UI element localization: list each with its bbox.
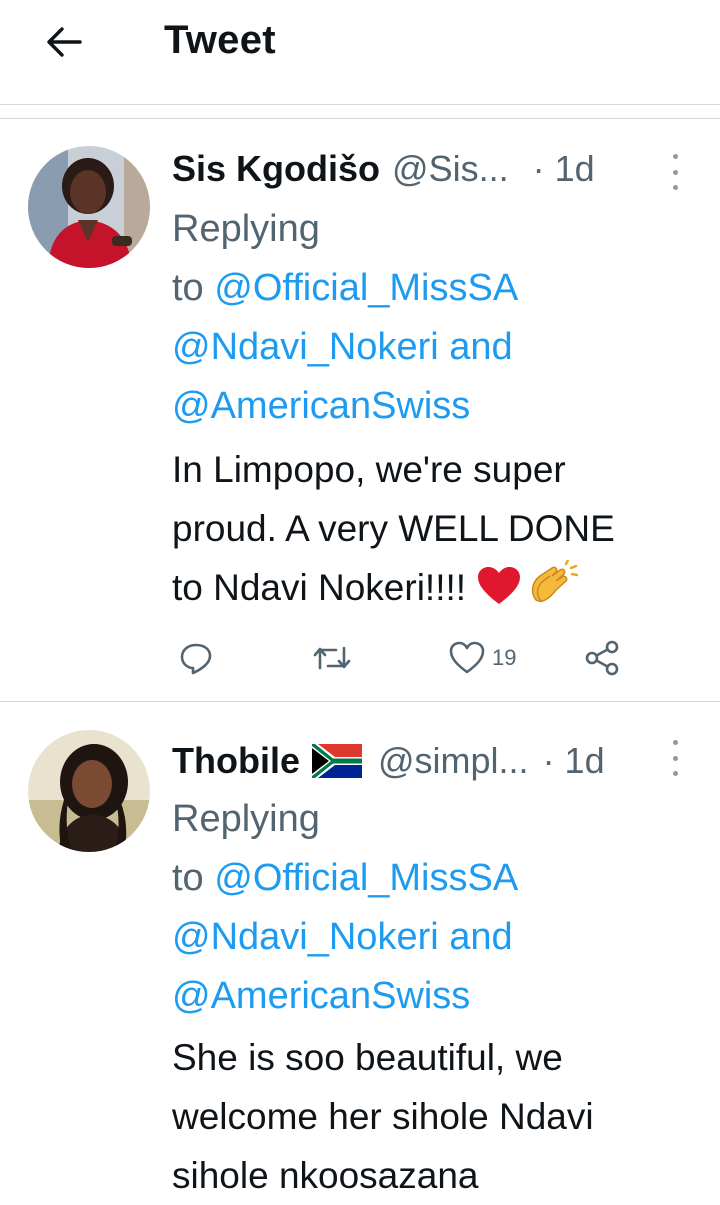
- reply-button[interactable]: [178, 636, 214, 680]
- and-label: and: [438, 326, 513, 368]
- replying-label: Replying: [172, 208, 320, 250]
- timestamp[interactable]: · 1d: [533, 148, 595, 190]
- tweet-header: Thobile @simpl... · 1d: [172, 736, 605, 786]
- tweet[interactable]: Thobile @simpl... · 1d Replying to @Offi…: [0, 702, 720, 1196]
- user-handle[interactable]: @simpl...: [378, 740, 529, 782]
- reply-icon: [180, 643, 212, 675]
- back-button[interactable]: [36, 20, 92, 64]
- tweet-header: Sis Kgodišo @Sis... · 1d: [172, 144, 595, 194]
- mention-link[interactable]: @Official_MissSA: [214, 857, 518, 899]
- tweet-text-line: sihole nkoosazana: [172, 1155, 479, 1196]
- tweet-text-line: proud. A very WELL DONE: [172, 508, 615, 549]
- replying-to-label: to: [172, 857, 215, 899]
- avatar[interactable]: [28, 146, 150, 268]
- and-label: and: [438, 916, 513, 958]
- arrow-left-icon: [47, 27, 82, 57]
- replying-label: Replying: [172, 798, 320, 840]
- red-heart-icon: [478, 567, 521, 604]
- more-options-icon[interactable]: [668, 154, 682, 190]
- tweet-text: In Limpopo, we're super proud. A very WE…: [172, 440, 702, 617]
- south-africa-flag-icon: [312, 744, 362, 778]
- avatar-image: [28, 730, 150, 852]
- clapping-hands-icon: [532, 558, 579, 603]
- timestamp[interactable]: · 1d: [543, 740, 605, 782]
- share-button[interactable]: [584, 636, 622, 680]
- tweet-text-fragment: to Ndavi Nokeri!!!!: [172, 567, 477, 608]
- replying-to: Replying to @Official_MissSA @Ndavi_Noke…: [172, 200, 692, 436]
- avatar[interactable]: [28, 730, 150, 852]
- mention-link[interactable]: @Ndavi_Nokeri: [172, 916, 439, 958]
- heart-icon: [449, 641, 485, 674]
- tweet-actions: 19: [172, 636, 632, 680]
- tweet[interactable]: Sis Kgodišo @Sis... · 1d Replying to @Of…: [0, 118, 720, 700]
- tweet-text-line: welcome her sihole Ndavi: [172, 1096, 594, 1137]
- display-name[interactable]: Thobile: [172, 740, 300, 782]
- retweet-icon: [313, 646, 351, 670]
- tweet-text-line: In Limpopo, we're super: [172, 449, 566, 490]
- page-title: Tweet: [164, 18, 276, 62]
- like-count: 19: [492, 645, 517, 670]
- replying-to-label: to: [172, 267, 215, 309]
- replying-to: Replying to @Official_MissSA @Ndavi_Noke…: [172, 790, 692, 1026]
- mention-link[interactable]: @Official_MissSA: [214, 267, 518, 309]
- divider: [0, 104, 720, 105]
- mention-link[interactable]: @Ndavi_Nokeri: [172, 326, 439, 368]
- user-handle[interactable]: @Sis...: [392, 148, 509, 190]
- like-button[interactable]: 19: [448, 636, 516, 680]
- tweet-text-line: to Ndavi Nokeri!!!!: [172, 558, 702, 617]
- mention-link[interactable]: @AmericanSwiss: [172, 975, 470, 1017]
- avatar-image: [28, 146, 150, 268]
- retweet-button[interactable]: [312, 636, 352, 680]
- mention-link[interactable]: @AmericanSwiss: [172, 385, 470, 427]
- tweet-text: She is soo beautiful, we welcome her sih…: [172, 1028, 702, 1205]
- tweet-text-line: She is soo beautiful, we: [172, 1037, 563, 1078]
- top-bar: Tweet: [0, 0, 720, 88]
- more-options-icon[interactable]: [668, 740, 682, 776]
- display-name[interactable]: Sis Kgodišo: [172, 148, 380, 190]
- share-icon: [585, 640, 619, 676]
